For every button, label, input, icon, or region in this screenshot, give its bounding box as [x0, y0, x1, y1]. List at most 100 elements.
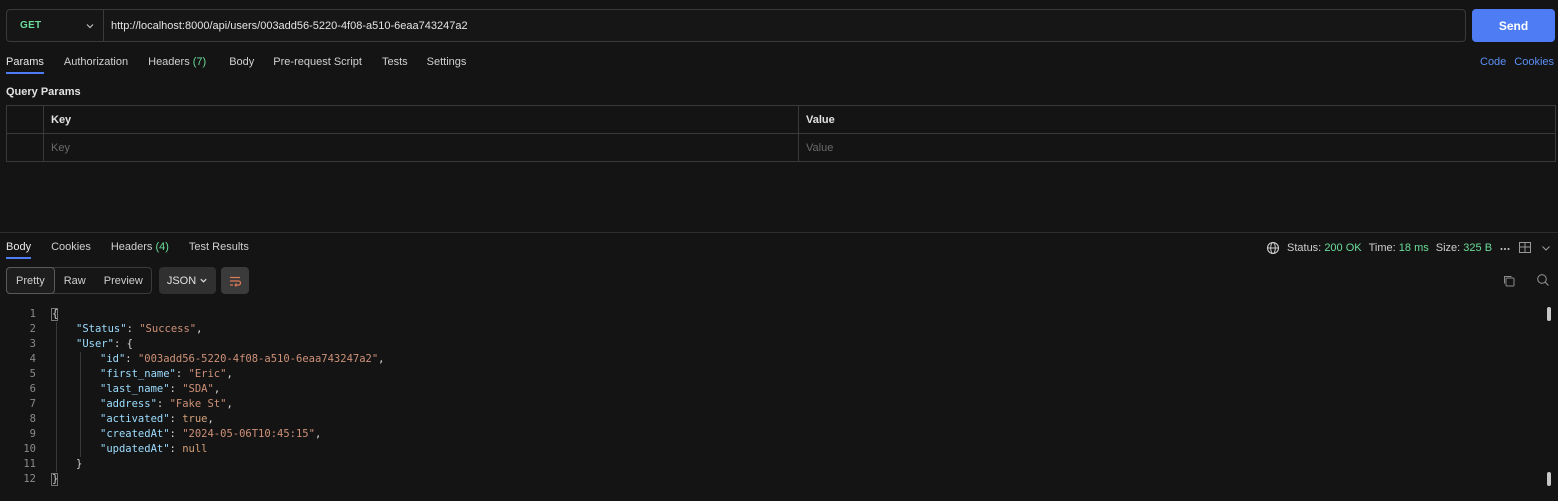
time-label: Time: 18 ms — [1368, 242, 1429, 254]
method-label: GET — [20, 20, 42, 31]
query-params-title: Query Params — [6, 86, 81, 98]
tab-headers-count: (7) — [192, 56, 207, 68]
method-select[interactable]: GET — [7, 10, 104, 41]
value-input[interactable]: Value — [799, 134, 1555, 162]
wrap-lines-button[interactable] — [221, 267, 249, 294]
code-token: , — [378, 353, 385, 365]
view-mode-segment: Pretty Raw Preview — [6, 267, 152, 294]
wrap-lines-icon — [230, 276, 242, 287]
row-checkbox-cell — [7, 134, 44, 162]
chevron-down-icon — [200, 278, 207, 283]
code-line: 5 "first_name": "Eric", — [0, 367, 1540, 382]
cookies-link[interactable]: Cookies — [1514, 56, 1554, 68]
tab-authorization[interactable]: Authorization — [64, 56, 128, 68]
code-token: , — [207, 413, 214, 425]
tab-settings[interactable]: Settings — [427, 56, 467, 68]
status-value: 200 OK — [1324, 242, 1362, 254]
search-icon[interactable] — [1536, 273, 1550, 287]
code-line: 8 "activated": true, — [0, 412, 1540, 427]
response-tab-headers-count: (4) — [155, 241, 169, 253]
line-number: 2 — [29, 323, 36, 335]
code-line: 6 "last_name": "SDA", — [0, 382, 1540, 397]
code-line: 4 "id": "003add56-5220-4f08-a510-6eaa7432… — [0, 352, 1540, 367]
code-token: "User" — [76, 338, 114, 350]
code-line: 11} — [0, 457, 1540, 472]
tab-params[interactable]: Params — [6, 56, 44, 74]
indent-guide — [56, 322, 57, 472]
code-token: "Fake St" — [169, 398, 227, 410]
code-token: : — [169, 383, 183, 395]
key-input[interactable]: Key — [44, 134, 799, 162]
code-token: : { — [113, 338, 133, 350]
code-line: 9 "createdAt": "2024-05-06T10:45:15", — [0, 427, 1540, 442]
scrollbar-bottom[interactable] — [1547, 472, 1551, 486]
layout-icon[interactable] — [1518, 241, 1532, 255]
code-token: , — [314, 428, 322, 440]
code-token: "id" — [100, 353, 126, 365]
line-number: 12 — [23, 473, 36, 485]
code-token: "Eric" — [188, 368, 227, 380]
line-number: 8 — [29, 413, 36, 425]
line-number: 6 — [29, 383, 36, 395]
code-token: "last_name" — [100, 383, 170, 395]
code-line: 12} — [0, 472, 1540, 487]
time-value: 18 ms — [1398, 242, 1429, 254]
code-token: true — [182, 413, 208, 425]
code-token: : — [175, 368, 189, 380]
globe-icon[interactable] — [1266, 241, 1280, 255]
code-line: 1{ — [0, 307, 1540, 322]
response-status: Status: 200 OK Time: 18 ms Size: 325 B — [1266, 241, 1553, 255]
right-links: Code Cookies — [1480, 56, 1554, 68]
pretty-button[interactable]: Pretty — [6, 267, 55, 294]
response-tab-body[interactable]: Body — [6, 241, 32, 259]
code-text: "address": "Fake St", — [100, 397, 233, 412]
raw-button[interactable]: Raw — [55, 268, 95, 293]
code-text: "activated": true, — [100, 412, 214, 427]
preview-button[interactable]: Preview — [95, 268, 152, 293]
line-number: 4 — [29, 353, 36, 365]
response-tab-cookies[interactable]: Cookies — [51, 241, 91, 253]
query-params-table: Key Value Key Value — [6, 105, 1556, 162]
url-bar: GET http://localhost:8000/api/users/003a… — [6, 9, 1466, 42]
scrollbar-top[interactable] — [1547, 307, 1551, 321]
tab-headers-label: Headers — [148, 56, 190, 68]
code-text: "first_name": "Eric", — [100, 367, 233, 382]
tab-body[interactable]: Body — [229, 56, 254, 68]
response-tab-test-results[interactable]: Test Results — [189, 241, 249, 253]
pane-divider[interactable] — [0, 232, 1558, 233]
chevron-down-icon[interactable] — [1539, 241, 1553, 255]
table-row: Key Value — [7, 134, 1555, 162]
code-line: 10 "updatedAt": null — [0, 442, 1540, 457]
code-token: : — [156, 398, 170, 410]
bracket-highlight — [51, 308, 58, 321]
code-token: "Status" — [76, 323, 127, 335]
line-number: 11 — [23, 458, 36, 470]
code-token: : — [126, 323, 140, 335]
line-number: 5 — [29, 368, 36, 380]
code-text: "updatedAt": null — [100, 442, 208, 457]
code-token: "activated" — [100, 413, 170, 425]
size-label: Size: 325 B — [1435, 242, 1493, 254]
format-select[interactable]: JSON — [159, 267, 216, 294]
response-body-code[interactable]: 1{2 "Status": "Success", 3 "User": {4 "id": … — [0, 307, 1540, 487]
code-text: "id": "003add56-5220-4f08-a510-6eaa74324… — [100, 352, 385, 367]
send-button[interactable]: Send — [1472, 9, 1555, 42]
code-token: : — [169, 413, 183, 425]
response-tab-headers[interactable]: Headers (4) — [111, 241, 169, 253]
checkbox-column-header — [7, 106, 44, 133]
code-link[interactable]: Code — [1480, 56, 1506, 68]
code-text: "createdAt": "2024-05-06T10:45:15", — [100, 427, 321, 442]
tab-pre-request-script[interactable]: Pre-request Script — [273, 56, 362, 68]
code-token: null — [182, 443, 208, 455]
tab-tests[interactable]: Tests — [382, 56, 408, 68]
url-input[interactable]: http://localhost:8000/api/users/003add56… — [104, 20, 468, 32]
code-line: 7 "address": "Fake St", — [0, 397, 1540, 412]
more-icon[interactable] — [1499, 241, 1511, 255]
tab-headers[interactable]: Headers (7) — [148, 56, 206, 68]
size-value: 325 B — [1463, 242, 1493, 254]
copy-icon[interactable] — [1502, 274, 1516, 288]
indent-guide — [80, 352, 81, 457]
bracket-highlight — [51, 473, 58, 486]
code-token: : — [169, 428, 183, 440]
code-token: "003add56-5220-4f08-a510-6eaa743247a2" — [137, 353, 379, 365]
